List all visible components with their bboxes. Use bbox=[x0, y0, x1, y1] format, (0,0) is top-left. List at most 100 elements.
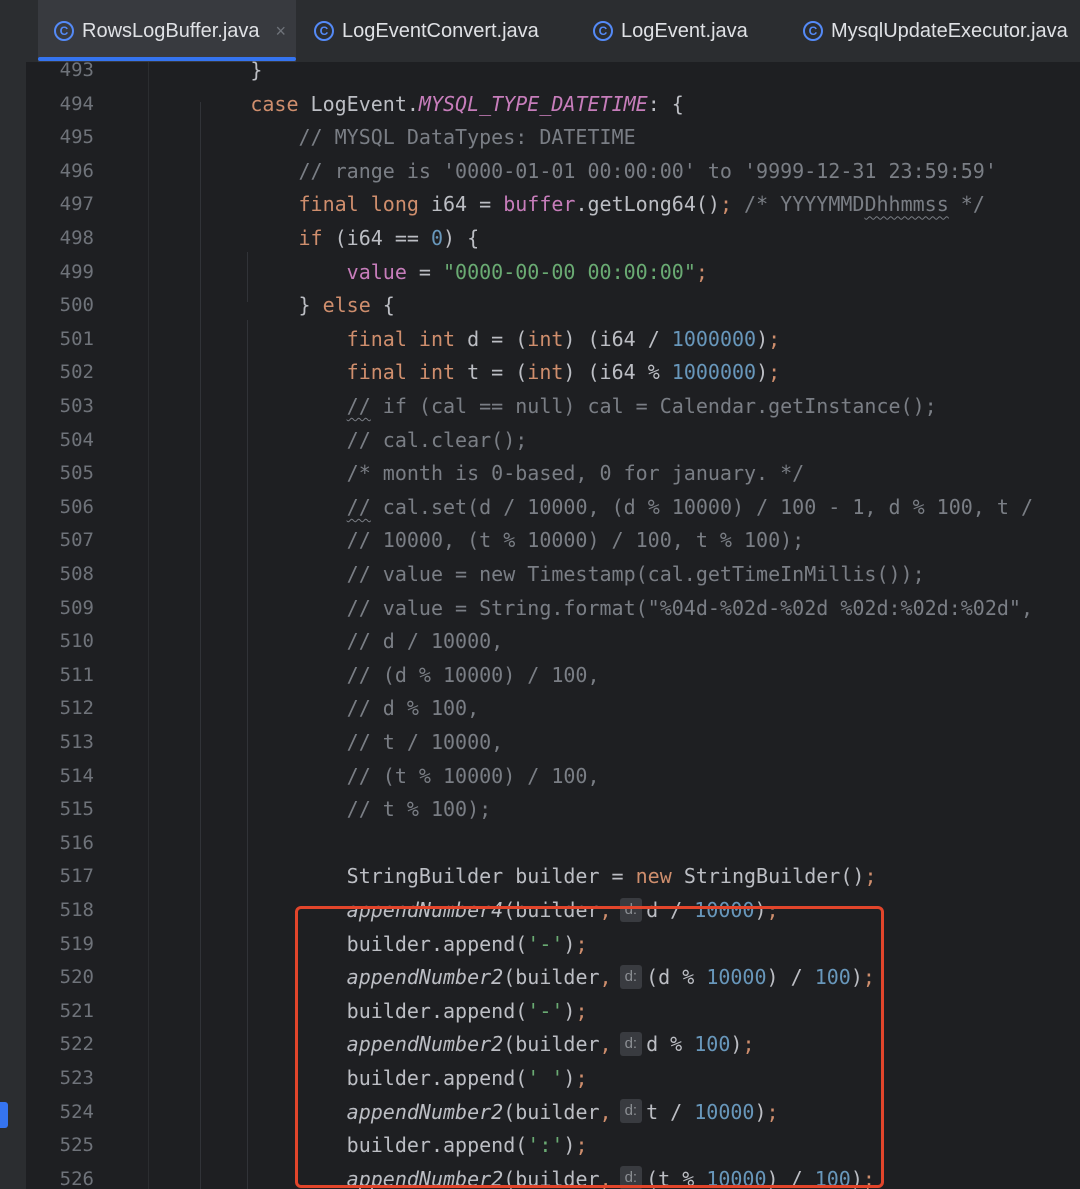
code-token: else bbox=[322, 293, 383, 318]
code-line[interactable]: builder.append(' '); bbox=[154, 1061, 588, 1095]
line-number: 500 bbox=[59, 294, 94, 317]
code-line[interactable]: // cal.clear(); bbox=[154, 423, 528, 457]
java-class-icon: C bbox=[54, 21, 74, 41]
code-line[interactable]: if (i64 == 0) { bbox=[154, 221, 479, 255]
code-line[interactable]: // value = new Timestamp(cal.getTimeInMi… bbox=[154, 557, 925, 591]
close-tab-icon[interactable]: × bbox=[276, 21, 287, 42]
line-number: 523 bbox=[59, 1067, 94, 1089]
code-line[interactable]: case LogEvent.MYSQL_TYPE_DATETIME: { bbox=[154, 87, 684, 121]
code-token: ; bbox=[575, 1066, 588, 1090]
code-line[interactable]: // (d % 10000) / 100, bbox=[154, 658, 600, 692]
code-token: ) bbox=[756, 326, 769, 351]
code-token: 100 bbox=[694, 1032, 731, 1057]
code-token: "0000-00-00 00:00:00" bbox=[443, 259, 696, 284]
line-number: 504 bbox=[59, 428, 94, 451]
code-token: // cal.clear(); bbox=[154, 427, 528, 452]
code-line[interactable]: // d / 10000, bbox=[154, 624, 504, 658]
code-line[interactable]: // MYSQL DataTypes: DATETIME bbox=[154, 120, 635, 154]
java-class-icon: C bbox=[593, 21, 613, 41]
code-token: ) bbox=[563, 1133, 576, 1158]
code-token: ) bbox=[563, 931, 576, 956]
tab-mysqlupdateexecutor[interactable]: C MysqlUpdateExecutor.java bbox=[803, 0, 1068, 62]
code-token: final int bbox=[154, 360, 468, 385]
code-token: // value = String.format("%04d-%02d-%02d… bbox=[154, 595, 1033, 620]
line-number: 493 bbox=[59, 59, 94, 81]
code-line[interactable]: // t % 100); bbox=[154, 792, 492, 826]
code-token: appendNumber4 bbox=[154, 898, 504, 922]
code-token: builder.append( bbox=[154, 931, 528, 956]
code-line[interactable]: appendNumber2(builder, d: d % 100); bbox=[154, 1027, 754, 1061]
tab-label: RowsLogBuffer.java bbox=[82, 19, 260, 42]
code-line[interactable]: // 10000, (t % 10000) / 100, t % 100); bbox=[154, 523, 805, 557]
code-line[interactable]: final long i64 = buffer.getLong64(); /* … bbox=[154, 187, 985, 221]
code-token: value bbox=[154, 259, 407, 284]
line-number: 494 bbox=[59, 92, 94, 115]
tab-label: MysqlUpdateExecutor.java bbox=[831, 19, 1068, 42]
code-token: 10000 bbox=[694, 898, 755, 922]
code-token: ; bbox=[862, 965, 875, 990]
code-line[interactable]: /* month is 0-based, 0 for january. */ bbox=[154, 456, 805, 490]
code-line[interactable]: appendNumber2(builder, d: (t % 10000) / 10… bbox=[154, 1162, 875, 1189]
code-line[interactable]: final int d = (int) (i64 / 1000000); bbox=[154, 322, 781, 356]
code-token: builder.append( bbox=[154, 1133, 528, 1158]
code-token: ) bbox=[756, 360, 769, 385]
code-line[interactable]: // cal.set(d / 10000, (d % 10000) / 100 … bbox=[154, 490, 1033, 524]
parameter-hint: d: bbox=[619, 964, 643, 989]
code-token: ; bbox=[862, 1166, 875, 1189]
code-line[interactable]: builder.append('-'); bbox=[154, 927, 588, 961]
line-number: 503 bbox=[59, 395, 94, 417]
code-token: appendNumber2 bbox=[154, 1166, 504, 1189]
line-number: 506 bbox=[59, 495, 94, 518]
code-line[interactable]: builder.append(':'); bbox=[154, 1128, 588, 1162]
code-token: ; bbox=[768, 326, 781, 351]
ide-window: C RowsLogBuffer.java × C LogEventConvert… bbox=[0, 0, 1080, 1189]
code-line[interactable]: // d % 100, bbox=[154, 691, 479, 725]
code-token: ; bbox=[768, 360, 781, 385]
line-number: 505 bbox=[59, 462, 94, 485]
code-token: StringBuilder() bbox=[683, 864, 865, 889]
code-token: cal.set(d / 10000, (d % 10000) / 100 - 1… bbox=[370, 494, 1034, 519]
code-token: final int bbox=[154, 326, 468, 351]
code-token: if (cal == null) cal = Calendar.getInsta… bbox=[370, 394, 937, 418]
code-token: ; bbox=[695, 259, 708, 284]
code-line[interactable]: // value = String.format("%04d-%02d-%02d… bbox=[154, 591, 1033, 625]
code-editor[interactable]: 493 494 495 496 497 498 499 500 501 502 503 504 505 5… bbox=[26, 58, 1080, 1189]
line-number-gutter: 493 494 495 496 497 498 499 500 501 502 503 504 505 5… bbox=[26, 59, 150, 1189]
code-token: // t / 10000, bbox=[154, 730, 504, 754]
line-number: 502 bbox=[59, 361, 94, 384]
code-line[interactable]: // range is '0000-01-01 00:00:00' to '99… bbox=[154, 154, 996, 188]
code-token: ) bbox=[850, 965, 863, 990]
active-tool-indicator[interactable] bbox=[0, 1102, 8, 1128]
code-line[interactable]: builder.append('-'); bbox=[154, 994, 588, 1028]
parameter-hint: d: bbox=[619, 1099, 643, 1124]
code-line[interactable]: final int t = (int) (i64 % 1000000); bbox=[154, 355, 781, 389]
code-token: if bbox=[154, 226, 335, 250]
code-line[interactable]: } else { bbox=[154, 288, 394, 322]
code-line[interactable]: // if (cal == null) cal = Calendar.getIn… bbox=[154, 389, 937, 423]
parameter-hint: d: bbox=[619, 1166, 643, 1189]
tab-logeventconvert[interactable]: C LogEventConvert.java bbox=[314, 0, 539, 62]
code-token: (builder bbox=[503, 1099, 600, 1124]
code-token: } bbox=[154, 58, 263, 82]
code-line[interactable]: StringBuilder builder = new StringBuilde… bbox=[154, 859, 877, 893]
code-token: // 10000, (t % 10000) / 100, t % 100); bbox=[154, 528, 805, 553]
code-token: ) (i64 / bbox=[563, 326, 672, 351]
code-token: ; bbox=[719, 192, 732, 217]
code-token: */ bbox=[948, 192, 985, 217]
code-token: , bbox=[599, 1166, 612, 1189]
line-number: 516 bbox=[59, 831, 94, 854]
code-token: ' ' bbox=[527, 1066, 564, 1090]
code-line[interactable]: appendNumber2(builder, d: t / 10000); bbox=[154, 1095, 779, 1129]
code-token: /* month is 0-based, 0 for january. */ bbox=[154, 461, 805, 486]
line-number: 501 bbox=[59, 327, 94, 350]
code-line[interactable]: value = "0000-00-00 00:00:00"; bbox=[154, 255, 708, 289]
tab-logevent[interactable]: C LogEvent.java bbox=[593, 0, 748, 62]
code-line[interactable]: appendNumber4(builder, d: d / 10000); bbox=[154, 893, 779, 927]
code-line[interactable]: // (t % 10000) / 100, bbox=[154, 759, 600, 793]
code-token: MYSQL_TYPE_DATETIME bbox=[418, 91, 648, 116]
code-line[interactable]: appendNumber2(builder, d: (d % 10000) / 10… bbox=[154, 960, 875, 994]
code-line[interactable]: } bbox=[154, 53, 262, 87]
code-line[interactable]: // t / 10000, bbox=[154, 725, 504, 759]
code-token: ; bbox=[742, 1032, 755, 1057]
